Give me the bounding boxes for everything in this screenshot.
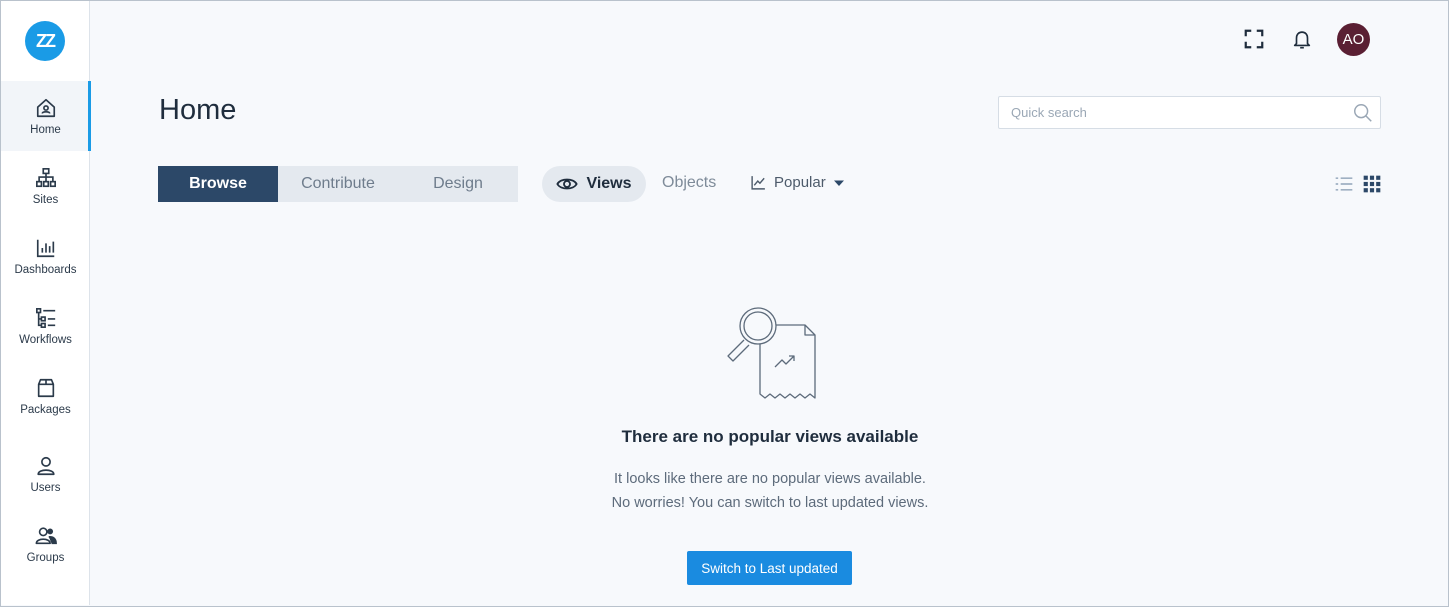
search-icon[interactable] (1352, 102, 1374, 124)
users-group-icon (35, 526, 57, 544)
sitemap-icon (35, 167, 56, 187)
sidebar-item-label: Workflows (19, 333, 72, 346)
search-box (998, 96, 1381, 129)
tab-browse[interactable]: Browse (158, 166, 278, 202)
sidebar-item-workflows[interactable]: Workflows (1, 291, 90, 361)
search-input[interactable] (999, 97, 1339, 128)
caret-down-icon (833, 180, 844, 186)
fullscreen-icon[interactable] (1243, 28, 1265, 50)
switch-to-last-updated-button[interactable]: Switch to Last updated (687, 551, 852, 585)
workflow-icon (35, 307, 55, 328)
home-icon (36, 98, 55, 117)
sidebar-item-label: Packages (20, 403, 71, 416)
sort-selected-value: Popular (774, 174, 826, 191)
bar-chart-icon (36, 239, 54, 257)
empty-state-title: There are no popular views available (621, 427, 919, 446)
package-icon (37, 378, 54, 397)
sort-dropdown[interactable]: Popular (750, 174, 845, 191)
avatar-initials: AO (1342, 31, 1365, 48)
sidebar-item-label: Sites (32, 193, 59, 206)
sidebar-item-dashboards[interactable]: Dashboards (1, 221, 90, 291)
empty-state-description-line1: It looks like there are no popular views… (614, 471, 926, 487)
trend-chart-icon (751, 176, 765, 190)
sidebar-item-label: Groups (26, 551, 65, 564)
app-frame (0, 0, 1449, 607)
empty-search-illustration (727, 307, 816, 399)
empty-state-description-line2: No worries! You can switch to last updat… (611, 495, 929, 511)
grid-view-icon[interactable] (1362, 174, 1382, 194)
sidebar-item-label: Dashboards (14, 263, 77, 276)
tab-objects[interactable]: Objects (662, 174, 716, 192)
sidebar-item-groups[interactable]: Groups (1, 509, 90, 579)
sidebar: ZZ Home Sites Dashboards Workflows Packa… (1, 1, 91, 605)
tab-contribute[interactable]: Contribute (278, 166, 398, 202)
sidebar-item-packages[interactable]: Packages (1, 361, 90, 431)
sidebar-item-label: Home (30, 123, 61, 136)
avatar[interactable]: AO (1337, 23, 1370, 56)
logo-text: ZZ (36, 30, 56, 51)
tab-views[interactable]: Views (542, 166, 646, 202)
list-view-icon[interactable] (1334, 174, 1354, 194)
eye-icon (556, 178, 579, 190)
mode-tabs: Browse Contribute Design (158, 166, 518, 202)
app-logo[interactable]: ZZ (25, 21, 65, 61)
tab-views-label: Views (586, 175, 632, 192)
tab-design[interactable]: Design (398, 166, 518, 202)
page-title: Home (159, 94, 237, 126)
sidebar-item-home[interactable]: Home (1, 81, 91, 151)
bell-icon[interactable] (1291, 28, 1313, 50)
sidebar-item-sites[interactable]: Sites (1, 151, 90, 221)
